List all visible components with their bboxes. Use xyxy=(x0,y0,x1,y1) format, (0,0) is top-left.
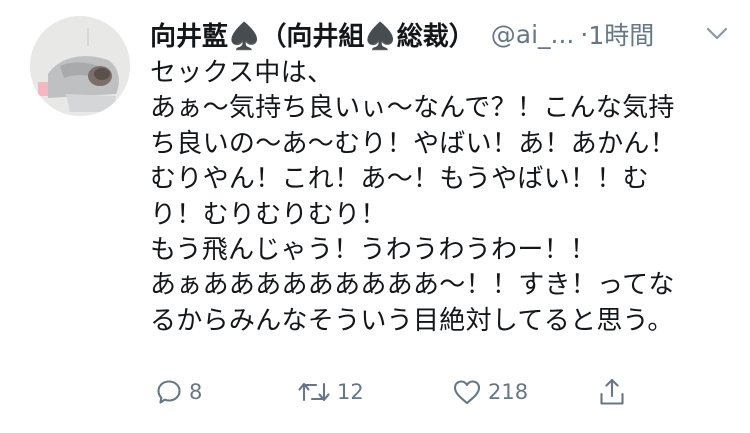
avatar[interactable] xyxy=(30,16,130,116)
retweet-button[interactable]: 12 xyxy=(297,372,364,412)
retweet-icon xyxy=(297,378,331,406)
like-button[interactable]: 218 xyxy=(452,372,528,412)
tweet-text-line: もう飛んじゃう！うわうわうわー！！ xyxy=(150,235,597,266)
tweet-text-line: むりやん！これ！あ〜！もうやばい！！む xyxy=(150,164,649,195)
reply-button[interactable]: 8 xyxy=(155,372,202,412)
chevron-down-icon[interactable] xyxy=(704,21,730,47)
heart-icon xyxy=(452,378,482,406)
tweet-text: セックス中は、 あぁ〜気持ち良いぃ〜なんで？！こんな気持 ち良いの〜あ〜むり！や… xyxy=(150,56,730,339)
tweet-text-line: あぁ〜気持ち良いぃ〜なんで？！こんな気持 xyxy=(150,93,675,124)
display-name[interactable]: 向井藍♠️（向井組♠️総裁） xyxy=(150,16,475,53)
user-handle[interactable]: @ai_... xyxy=(491,20,575,49)
timestamp[interactable]: 1時間 xyxy=(588,16,654,52)
tweet-header: 向井藍♠️（向井組♠️総裁） @ai_... · 1時間 xyxy=(150,14,730,54)
tweet-text-line: り！むりむりむり！ xyxy=(150,199,387,230)
tweet-text-line: セックス中は、 xyxy=(150,58,334,88)
tweet-text-line: るからみんなそういう目絶対してると思う。 xyxy=(150,305,674,336)
tweet-text-line: あぁあああああああああ〜！！すき！ってな xyxy=(150,270,675,301)
reply-count: 8 xyxy=(189,380,203,404)
avatar-photo xyxy=(30,16,130,116)
reply-icon xyxy=(155,378,183,406)
share-button[interactable] xyxy=(598,372,626,412)
like-count: 218 xyxy=(488,380,529,404)
share-icon xyxy=(598,377,626,407)
tweet-actions: 8 12 218 xyxy=(155,372,635,412)
separator-dot: · xyxy=(580,19,589,49)
retweet-count: 12 xyxy=(337,380,364,404)
tweet-text-line: ち良いの〜あ〜むり！やばい！あ！あかん！ xyxy=(150,128,677,159)
